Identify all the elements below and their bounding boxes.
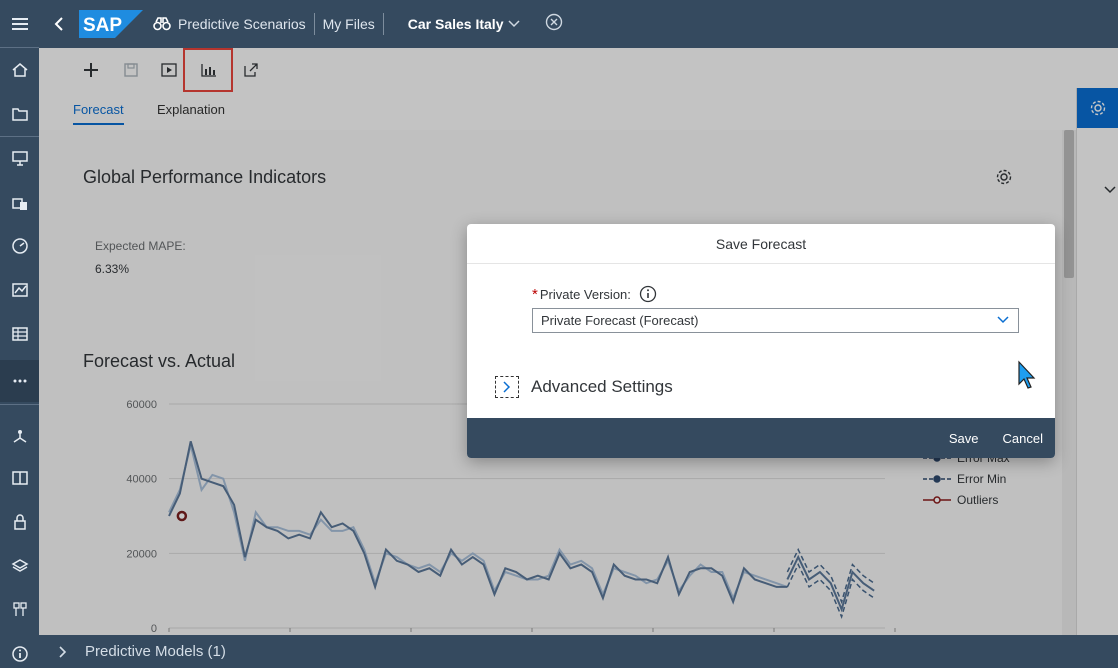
sap-logo-text: SAP <box>83 15 122 36</box>
dialog-footer: Save Cancel <box>467 418 1055 458</box>
more-icon[interactable] <box>0 360 39 402</box>
scenario-title: Car Sales Italy <box>407 16 504 32</box>
layers-icon[interactable] <box>0 548 39 584</box>
save-forecast-dialog: Save Forecast * Private Version: Private… <box>467 224 1055 458</box>
back-icon[interactable] <box>39 0 79 48</box>
breadcrumb-app[interactable]: Predictive Scenarios <box>178 16 306 32</box>
mouse-cursor <box>1017 360 1037 395</box>
dialog-title: Save Forecast <box>467 224 1055 264</box>
folder-icon[interactable] <box>0 96 39 132</box>
left-nav-rail <box>0 0 39 668</box>
presentation-icon[interactable] <box>0 140 39 176</box>
cancel-button[interactable]: Cancel <box>1003 431 1043 446</box>
breadcrumb-my-files[interactable]: My Files <box>323 16 375 32</box>
advanced-settings-toggle[interactable]: Advanced Settings <box>495 376 673 398</box>
scenario-title-dropdown[interactable]: Car Sales Italy <box>408 16 522 32</box>
chevron-right-icon <box>59 645 67 658</box>
private-version-value: Private Forecast (Forecast) <box>541 313 699 328</box>
info-icon[interactable] <box>639 285 657 303</box>
gauge-icon[interactable] <box>0 228 39 264</box>
menu-icon[interactable] <box>0 6 39 42</box>
private-version-label: * Private Version: <box>532 285 657 303</box>
advanced-settings-label: Advanced Settings <box>531 377 673 396</box>
shell-header: SAP Predictive Scenarios My Files Car Sa… <box>39 0 1118 48</box>
bottom-bar[interactable]: Predictive Models (1) <box>39 635 1118 668</box>
network-icon[interactable] <box>0 418 39 454</box>
private-version-text: Private Version: <box>539 286 631 302</box>
binoculars-icon <box>153 17 171 31</box>
required-marker: * <box>532 285 538 303</box>
stories-icon[interactable] <box>0 186 39 222</box>
predictive-models-label: Predictive Models (1) <box>85 643 226 660</box>
close-circle-icon[interactable] <box>545 13 563 36</box>
org-chart-icon[interactable] <box>0 592 39 628</box>
lock-icon[interactable] <box>0 504 39 540</box>
save-button[interactable]: Save <box>949 431 979 446</box>
private-version-select[interactable]: Private Forecast (Forecast) <box>532 308 1019 333</box>
sap-logo: SAP <box>79 10 143 38</box>
analytics-icon[interactable] <box>0 272 39 308</box>
data-icon[interactable] <box>0 316 39 352</box>
info-icon[interactable] <box>0 636 39 668</box>
book-icon[interactable] <box>0 460 39 496</box>
home-icon[interactable] <box>0 52 39 88</box>
expand-chevron-right-icon[interactable] <box>495 376 519 398</box>
breadcrumb: Predictive Scenarios My Files <box>153 13 392 35</box>
chevron-down-icon <box>508 20 521 28</box>
select-chevron-down-icon <box>996 313 1010 330</box>
